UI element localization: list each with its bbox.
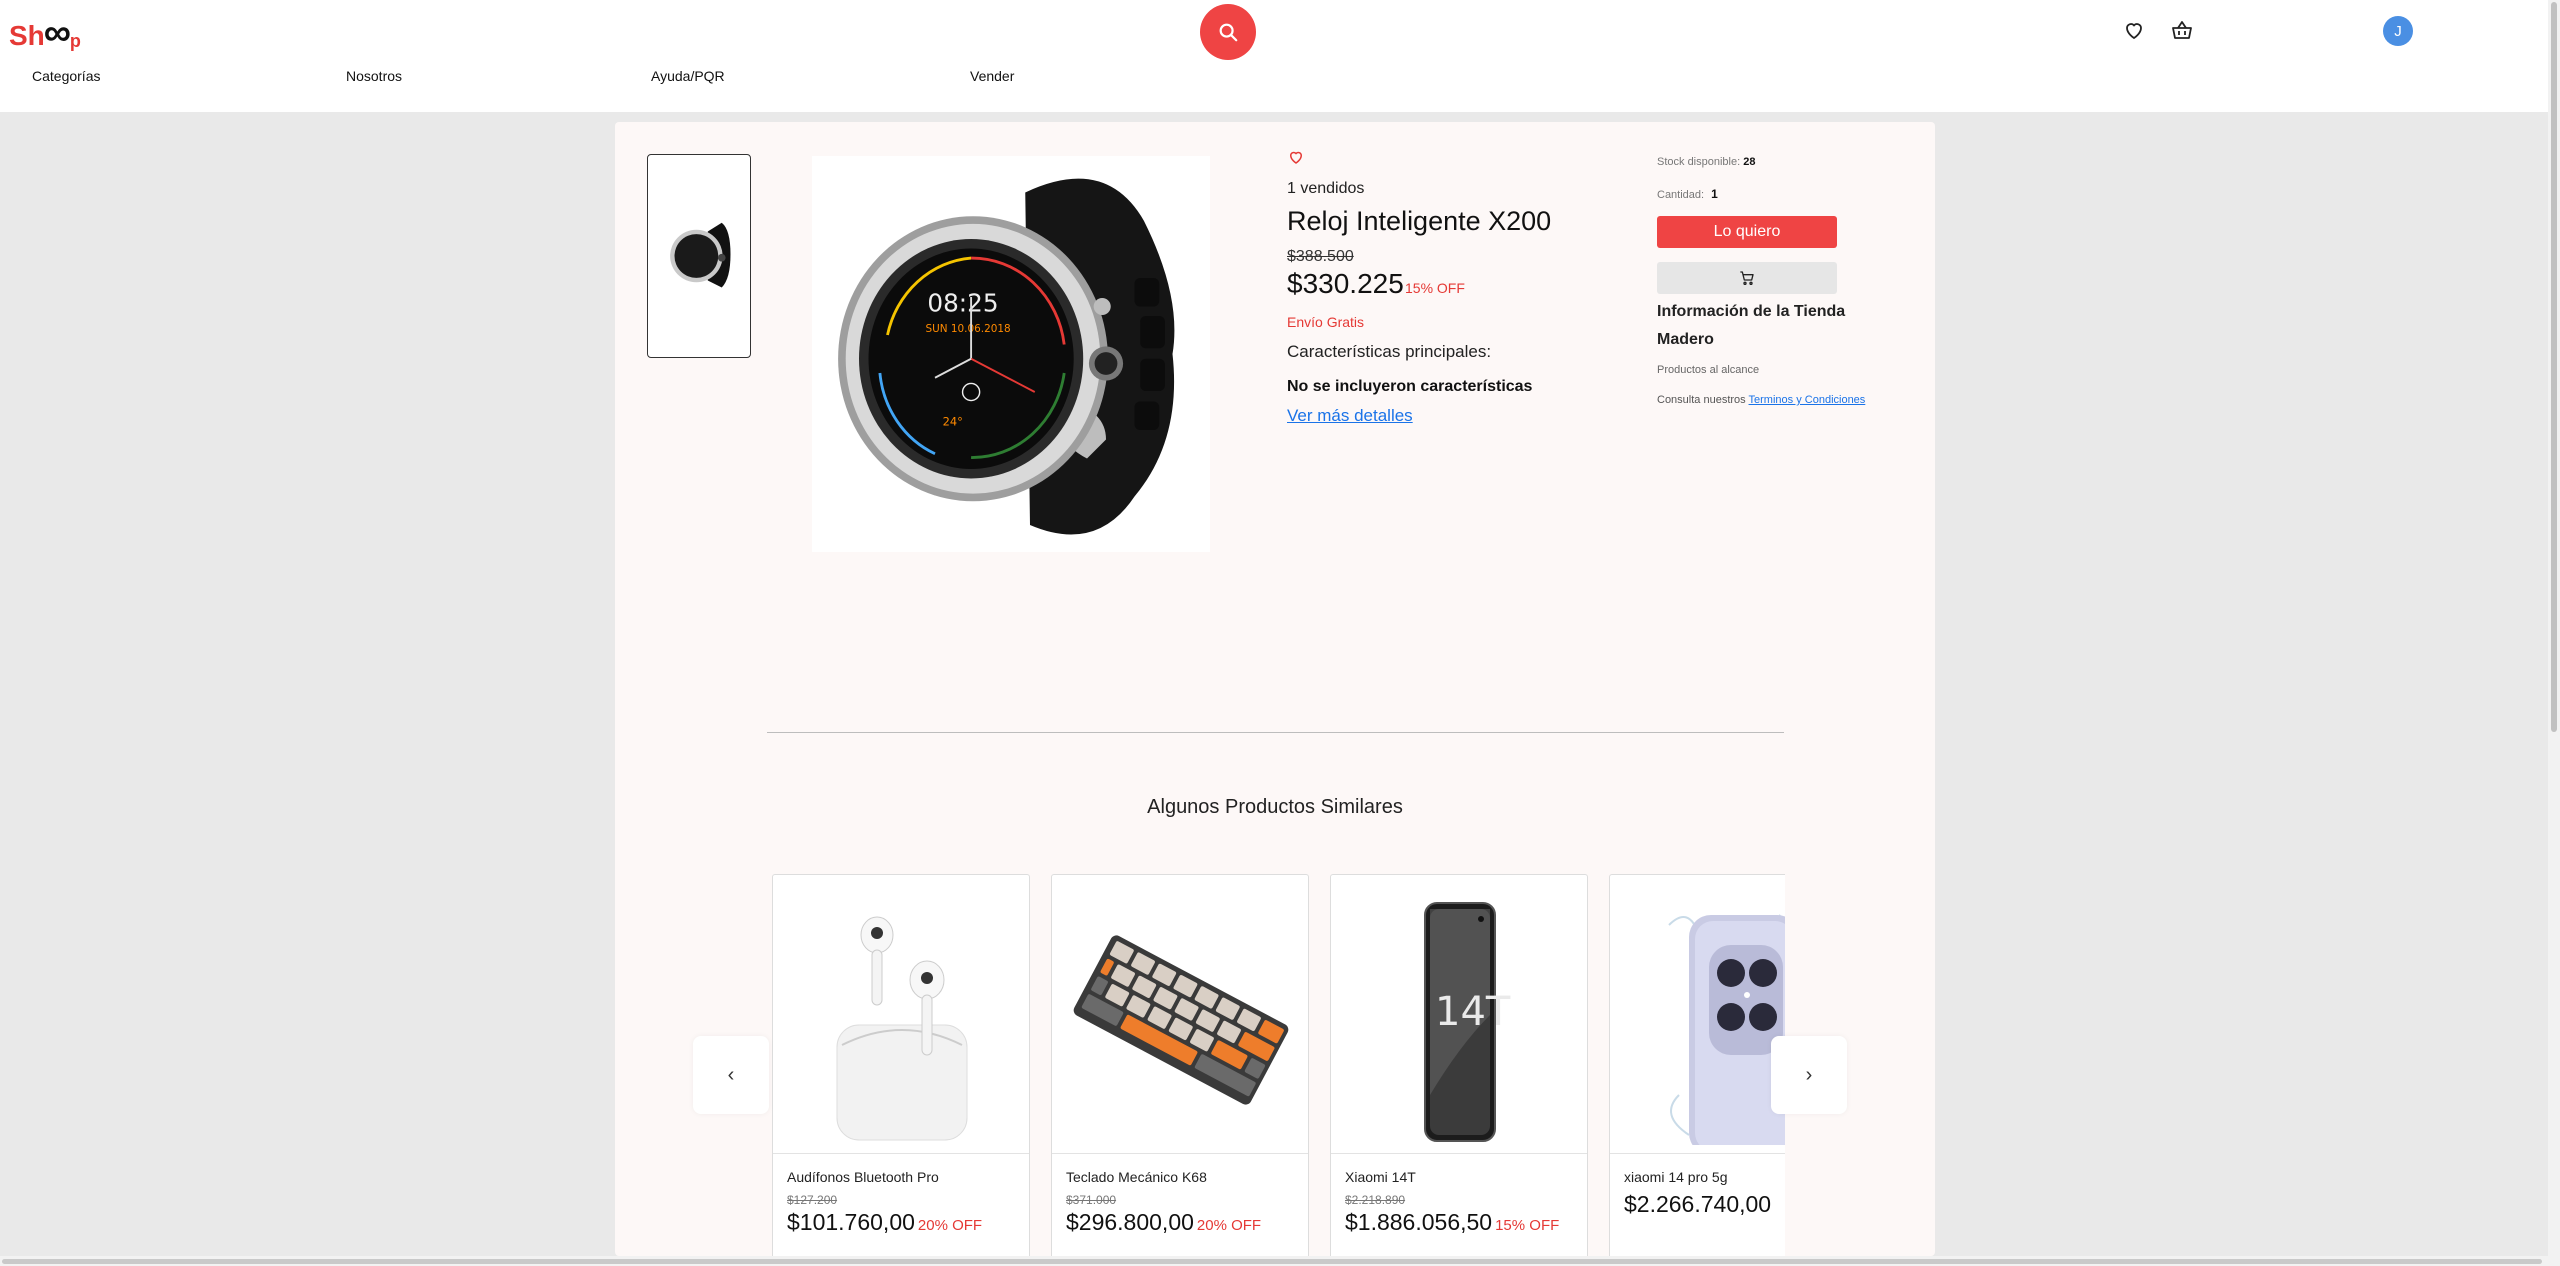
scrollbar-thumb[interactable] — [2551, 2, 2557, 732]
earbuds-image — [836, 916, 968, 1141]
product-card: 08:25 SUN 10.06.2018 24° 1 vendidos Relo… — [615, 122, 1935, 1256]
product-image — [1066, 891, 1296, 1149]
add-to-cart-button[interactable] — [1657, 262, 1837, 294]
sold-count: 1 vendidos — [1287, 180, 1365, 197]
product-name: Audífonos Bluetooth Pro — [787, 1169, 939, 1185]
terms-prefix: Consulta nuestros — [1657, 394, 1746, 406]
nav-vender[interactable]: Vender — [970, 68, 1014, 84]
product-name: Teclado Mecánico K68 — [1066, 1169, 1207, 1185]
stock-value: 28 — [1743, 156, 1756, 168]
similar-product-card[interactable]: xiaomi 14 pro 5g $2.266.740,00 — [1609, 874, 1785, 1256]
phone-back-image — [1668, 914, 1785, 1145]
original-price: $388.500 — [1287, 248, 1354, 265]
favorites-button[interactable] — [2122, 18, 2146, 42]
chevron-right-icon: › — [1805, 1063, 1813, 1086]
watch-date: SUN 10.06.2018 — [926, 323, 1011, 335]
current-price: $330.225 — [1287, 268, 1404, 299]
cart-icon — [1740, 271, 1754, 285]
product-price-row: $2.266.740,00 — [1624, 1191, 1774, 1218]
similar-product-card[interactable]: 14T Xiaomi 14T $2.218.890 $1.886.056,50 1… — [1330, 874, 1588, 1256]
infinity-logo-icon: ∞ — [43, 12, 71, 54]
product-image — [787, 891, 1017, 1149]
similar-products-carousel: Audífonos Bluetooth Pro $127.200 $101.76… — [755, 874, 1785, 1256]
carousel-prev-button[interactable]: ‹ — [693, 1036, 769, 1114]
buy-button[interactable]: Lo quiero — [1657, 216, 1837, 248]
phone-screen-text: 14T — [1435, 989, 1511, 1035]
product-discount: 15% OFF — [1495, 1217, 1560, 1234]
terms-link[interactable]: Terminos y Condiciones — [1749, 394, 1866, 406]
product-image: 14T — [1345, 891, 1575, 1149]
product-image — [1624, 891, 1785, 1149]
product-discount: 20% OFF — [917, 1217, 983, 1234]
scrollbar-thumb[interactable] — [2, 1259, 2542, 1264]
quantity-selector[interactable]: Cantidad: 1 — [1657, 187, 1718, 201]
card-separator — [773, 1153, 1029, 1154]
user-avatar[interactable]: J — [2383, 16, 2413, 46]
nav-ayuda[interactable]: Ayuda/PQR — [651, 68, 725, 84]
product-old-price: $371.000 — [1066, 1193, 1117, 1207]
basket-button[interactable] — [2170, 18, 2194, 42]
product-name: xiaomi 14 pro 5g — [1624, 1169, 1728, 1185]
phone-image: 14T — [1424, 902, 1511, 1142]
product-price-row: $101.760,00 20% OFF — [787, 1209, 982, 1236]
discount-badge: 15% OFF — [1405, 280, 1465, 296]
search-button[interactable] — [1200, 4, 1256, 60]
product-price-row: $1.886.056,50 15% OFF — [1345, 1209, 1559, 1236]
store-subtitle: Productos al alcance — [1657, 364, 1760, 376]
product-main-image: 08:25 SUN 10.06.2018 24° — [812, 156, 1210, 552]
search-icon — [1219, 23, 1238, 42]
horizontal-scrollbar[interactable] — [0, 1256, 2548, 1266]
card-separator — [1331, 1153, 1587, 1154]
similar-product-card[interactable]: Teclado Mecánico K68 $371.000 $296.800,0… — [1051, 874, 1309, 1256]
quantity-value[interactable]: 1 — [1711, 187, 1718, 201]
free-shipping-label: Envío Gratis — [1287, 314, 1365, 330]
features-value: No se incluyeron características — [1287, 378, 1533, 395]
store-info-heading: Información de la Tienda Madero — [1657, 303, 1846, 348]
product-thumbnail[interactable] — [647, 154, 751, 358]
similar-product-card[interactable]: Audífonos Bluetooth Pro $127.200 $101.76… — [772, 874, 1030, 1256]
see-more-details-link[interactable]: Ver más detalles — [1287, 406, 1413, 426]
nav-nosotros[interactable]: Nosotros — [346, 68, 402, 84]
watch-time: 08:25 — [927, 288, 998, 317]
heart-outline-icon — [1289, 151, 1303, 164]
watch-temp: 24° — [943, 414, 963, 428]
section-divider — [767, 732, 1784, 733]
product-old-price: $2.218.890 — [1345, 1193, 1406, 1207]
chevron-left-icon: ‹ — [727, 1063, 735, 1086]
keyboard-image — [1073, 935, 1289, 1105]
features-heading: Características principales: — [1287, 342, 1492, 361]
stock-available: Stock disponible: 28 — [1657, 156, 1755, 168]
top-header: Sh ∞ p Categorías Nosotros Ayuda/PQR Ven… — [0, 0, 2548, 112]
quantity-label: Cantidad: — [1657, 189, 1705, 201]
terms-notice: Consulta nuestros Terminos y Condiciones — [1657, 394, 1865, 406]
product-price: $101.760,00 — [787, 1209, 915, 1235]
vertical-scrollbar[interactable] — [2548, 0, 2560, 1266]
nav-categorias[interactable]: Categorías — [32, 68, 100, 84]
shoop-logo[interactable]: Sh ∞ p — [9, 12, 81, 57]
product-discount: 20% OFF — [1196, 1217, 1262, 1234]
product-name: Xiaomi 14T — [1345, 1169, 1416, 1185]
card-separator — [1610, 1153, 1785, 1154]
product-price-row: $296.800,00 20% OFF — [1066, 1209, 1261, 1236]
watch-thumbnail-image — [670, 222, 731, 288]
carousel-next-button[interactable]: › — [1771, 1036, 1847, 1114]
product-favorite-button[interactable] — [1287, 148, 1305, 171]
similar-products-heading: Algunos Productos Similares — [1147, 796, 1403, 818]
product-old-price: $127.200 — [787, 1193, 838, 1207]
smartwatch-image: 08:25 SUN 10.06.2018 24° — [838, 178, 1175, 535]
basket-icon — [2172, 21, 2192, 39]
logo-text-right: p — [69, 31, 81, 51]
product-title: Reloj Inteligente X200 — [1287, 206, 1552, 236]
product-price: $2.266.740,00 — [1624, 1191, 1772, 1217]
card-separator — [1052, 1153, 1308, 1154]
product-price: $296.800,00 — [1066, 1209, 1194, 1235]
logo-text-left: Sh — [9, 19, 45, 51]
product-price: $1.886.056,50 — [1345, 1209, 1493, 1235]
stock-label: Stock disponible: — [1657, 156, 1741, 168]
heart-icon — [2126, 23, 2142, 40]
